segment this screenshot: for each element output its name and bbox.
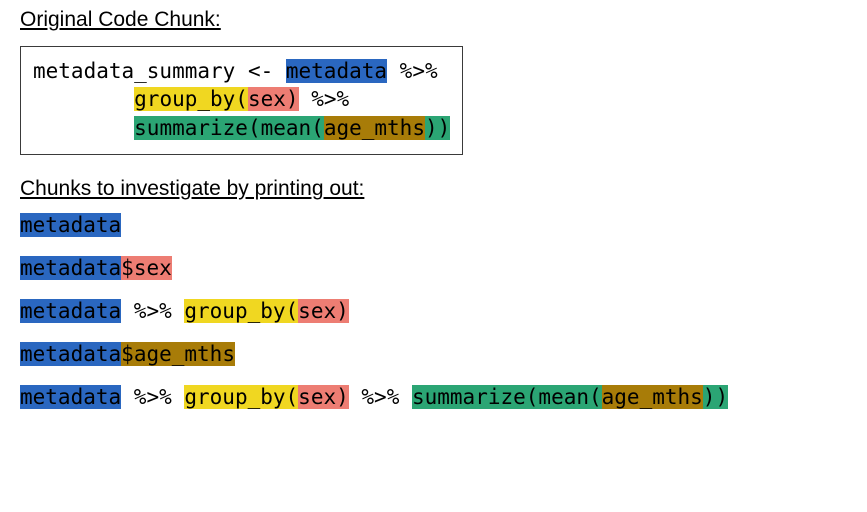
token-age-mths: age_mths: [324, 116, 425, 140]
pipe: %>%: [387, 59, 438, 83]
assign-var: metadata_summary: [33, 59, 235, 83]
chunk-line-4: metadata$age_mths: [20, 344, 847, 365]
chunk-line-5: metadata %>% group_by(sex) %>% summarize…: [20, 387, 847, 408]
token-metadata: metadata: [20, 299, 121, 323]
token-group-by: group_by(: [184, 385, 298, 409]
token-age-mths: age_mths: [602, 385, 703, 409]
chunk-line-2: metadata$sex: [20, 258, 847, 279]
pipe: %>%: [299, 87, 350, 111]
pipe: %>%: [121, 299, 184, 323]
token-close2: )): [703, 385, 728, 409]
indent: [33, 87, 134, 111]
token-metadata: metadata: [20, 213, 121, 237]
chunk-line-1: metadata: [20, 215, 847, 236]
pipe: %>%: [121, 385, 184, 409]
token-group-by: group_by(: [184, 299, 298, 323]
original-code-box: metadata_summary <- metadata %>% group_b…: [20, 46, 463, 155]
token-group-by: group_by(: [134, 87, 248, 111]
token-metadata: metadata: [286, 59, 387, 83]
original-code: metadata_summary <- metadata %>% group_b…: [33, 57, 450, 142]
indent: [33, 116, 134, 140]
token-summarize: summarize(: [134, 116, 260, 140]
token-summarize: summarize(: [412, 385, 538, 409]
token-sex: sex: [134, 256, 172, 280]
token-dollar: $: [121, 342, 134, 366]
token-dollar: $: [121, 256, 134, 280]
token-metadata: metadata: [20, 256, 121, 280]
token-close: ): [336, 385, 349, 409]
token-age-mths: age_mths: [134, 342, 235, 366]
token-close2: )): [425, 116, 450, 140]
assign-op: <-: [235, 59, 286, 83]
token-sex: sex: [248, 87, 286, 111]
token-metadata: metadata: [20, 342, 121, 366]
token-sex: sex: [298, 299, 336, 323]
token-close: ): [286, 87, 299, 111]
token-metadata: metadata: [20, 385, 121, 409]
token-sex: sex: [298, 385, 336, 409]
heading-original: Original Code Chunk:: [20, 8, 847, 32]
chunk-line-3: metadata %>% group_by(sex): [20, 301, 847, 322]
pipe: %>%: [349, 385, 412, 409]
token-mean: mean(: [538, 385, 601, 409]
heading-investigate: Chunks to investigate by printing out:: [20, 177, 847, 201]
token-close: ): [336, 299, 349, 323]
token-mean: mean(: [261, 116, 324, 140]
